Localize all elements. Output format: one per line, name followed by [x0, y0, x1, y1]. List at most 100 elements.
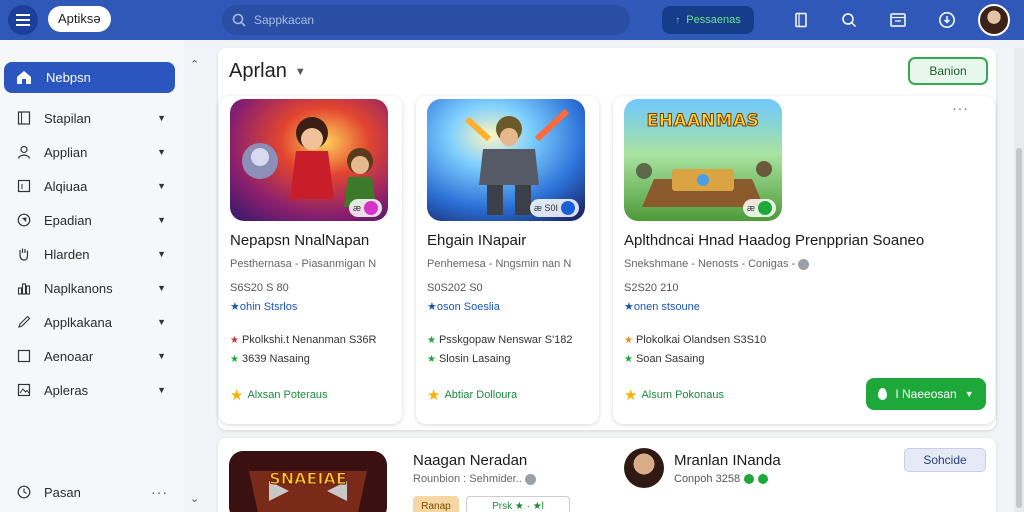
stat-text: Pkolkshi.t Nenanman S36R [241, 334, 377, 346]
sidebar-item-5[interactable]: Hlarden ▼ [16, 243, 166, 265]
upload-icon: ↑ [675, 14, 681, 26]
chevron-down-icon: ▼ [157, 317, 166, 327]
sidebar-item-home[interactable]: Nebpsn [4, 62, 175, 93]
app-link[interactable]: ★oson Soeslia [427, 300, 500, 313]
sidebar-item-1[interactable]: Stapilan ▼ [16, 107, 166, 129]
app-stat-1: ★ Pkolkshi.t Nenanman S36R [230, 334, 376, 346]
app-rating: ★ Abtiar Dolloura [427, 386, 517, 404]
app-meta: S0S202 S0 [427, 282, 483, 294]
sidebar-item-8[interactable]: Aenoaar ▼ [16, 345, 166, 367]
tag-chip[interactable]: Ranap [413, 496, 459, 512]
header-action-button[interactable]: Banion [908, 57, 988, 85]
user-avatar[interactable] [978, 4, 1010, 36]
apps-panel: Aprlan ▼ Banion æ Nepapsn NnalNapan Pest… [218, 48, 996, 430]
menu-button[interactable] [8, 5, 38, 35]
sidebar-item-label: Hlarden [44, 246, 90, 262]
search-icon [232, 13, 246, 27]
star-icon: ★ [624, 387, 638, 404]
star-icon: ★ [624, 335, 633, 346]
sidebar-item-label: Nebpsn [46, 70, 91, 85]
sidebar-item-label: Epadian [44, 212, 92, 228]
window-icon[interactable] [887, 9, 909, 31]
search-bar[interactable] [222, 5, 630, 35]
top-bar: Aptiksə ↑ Pessaenas [0, 0, 1024, 40]
chevron-down-icon: ▼ [157, 351, 166, 361]
sidebar-item-label: Apleras [44, 382, 89, 398]
app-subtitle: Rounbion : Sehmider.. [413, 473, 536, 485]
hand-icon [16, 246, 32, 262]
chevron-down-icon[interactable]: ⌄ [190, 492, 199, 505]
chevron-down-icon: ▼ [294, 65, 306, 78]
sidebar-item-6[interactable]: Naplkanons ▼ [16, 277, 166, 299]
star-icon: ★ [230, 354, 239, 365]
stat-text: 3639 Nasaing [241, 353, 310, 365]
stat-text: Soan Sasaing [635, 353, 705, 365]
tablet-icon [16, 110, 32, 126]
sidebar-item-9[interactable]: Apleras ▼ [16, 379, 166, 401]
developer-meta: Conpoh 3258 [674, 473, 769, 485]
download-icon[interactable] [936, 9, 958, 31]
app-rating: ★ Alxsan Poteraus [230, 386, 328, 404]
app-thumbnail[interactable]: SNAEIAE [229, 451, 387, 512]
secondary-action-button[interactable]: Sohcide [904, 448, 986, 472]
section-title[interactable]: Aprlan ▼ [229, 60, 306, 83]
install-button[interactable]: I Naeeosan ▼ [866, 378, 986, 410]
app-subtitle: Snekshmane - Nenosts - Conigas - [624, 258, 810, 270]
chevron-down-icon: ▼ [157, 181, 166, 191]
star-icon: ★ [230, 335, 239, 346]
chevron-up-icon[interactable]: ⌃ [190, 58, 199, 71]
app-card-featured[interactable]: EHAANMAS æ ··· Aplthdncai Hnad Haadog Pr… [613, 96, 995, 424]
app-thumbnail[interactable]: EHAANMAS æ [624, 99, 782, 221]
sidebar-item-label: Applian [44, 144, 88, 160]
app-link[interactable]: ★onen stsoune [624, 300, 700, 313]
sidebar-item-3[interactable]: Alqiuaa ▼ [16, 175, 166, 197]
app-thumbnail[interactable]: æ S0I [427, 99, 585, 221]
chevron-down-icon: ▼ [157, 113, 166, 123]
rating-text: Alxsan Poteraus [247, 389, 328, 401]
sidebar-bottom-label: Pasan [44, 484, 81, 500]
more-options-icon[interactable]: ··· [952, 100, 969, 116]
app-card[interactable]: æ S0I Ehgain INapair Penhemesa - Nngsmin… [416, 96, 599, 424]
app-link[interactable]: ★ohin Stsrlos [230, 300, 297, 313]
app-title[interactable]: Ehgain INapair [427, 232, 526, 249]
developer-name[interactable]: Mranlan INanda [674, 452, 781, 469]
app-title[interactable]: Nepapsn NnalNapan [230, 232, 369, 249]
app-thumbnail[interactable]: æ [230, 99, 388, 221]
chevron-down-icon: ▼ [157, 249, 166, 259]
clock-icon [16, 484, 32, 500]
badge-icon [364, 201, 378, 215]
menu-icon [16, 14, 30, 26]
badge-icon [758, 201, 772, 215]
subtitle-text: Snekshmane - Nenosts - Conigas - [624, 258, 796, 270]
pen-icon [16, 314, 32, 330]
image-icon [16, 382, 32, 398]
app-card[interactable]: æ Nepapsn NnalNapan Pesthernasa - Piasan… [219, 96, 402, 424]
sidebar-item-7[interactable]: Applkakana ▼ [16, 311, 166, 333]
app-name-pill[interactable]: Aptiksə [48, 6, 111, 32]
app-subtitle: Penhemesa - Nngsmin nan N [427, 258, 572, 270]
more-options-icon[interactable]: ··· [151, 484, 168, 500]
zoom-icon[interactable] [838, 9, 860, 31]
sidebar-item-4[interactable]: Epadian ▼ [16, 209, 166, 231]
developer-avatar[interactable] [624, 448, 664, 488]
app-title[interactable]: Naagan Neradan [413, 452, 527, 469]
square-icon [16, 348, 32, 364]
top-action-button[interactable]: ↑ Pessaenas [662, 6, 754, 34]
search-input[interactable] [254, 13, 594, 27]
scrollbar[interactable] [1014, 48, 1024, 512]
status-icon [744, 474, 755, 484]
scrollbar-thumb[interactable] [1016, 148, 1022, 508]
rating-chip[interactable]: Prsk ★ · ★l [466, 496, 570, 512]
chevron-down-icon: ▼ [157, 385, 166, 395]
document-icon[interactable] [790, 9, 812, 31]
app-rating: ★ Alsum Pokonaus [624, 386, 724, 404]
stat-text: Plokolkai Olandsen S3S10 [635, 334, 767, 346]
sidebar-item-2[interactable]: Applian ▼ [16, 141, 166, 163]
info-icon [524, 473, 536, 485]
star-icon: ★ [427, 354, 436, 365]
app-title[interactable]: Aplthdncai Hnad Haadog Prenpprian Soaneo [624, 232, 924, 249]
secondary-panel: SNAEIAE Naagan Neradan Rounbion : Sehmid… [218, 438, 996, 512]
chevron-down-icon: ▼ [157, 215, 166, 225]
badge-icon [561, 201, 575, 215]
sidebar-bottom-item[interactable]: Pasan ··· [16, 482, 168, 502]
